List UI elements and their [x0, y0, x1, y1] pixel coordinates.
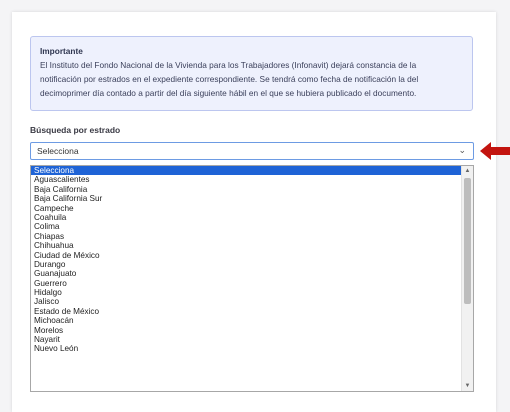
state-option[interactable]: Chiapas [31, 232, 473, 241]
notice-text-line-1: El Instituto del Fondo Nacional de la Vi… [40, 60, 417, 70]
dropdown-scrollbar[interactable]: ▲ ▼ [461, 166, 473, 391]
state-option[interactable]: Selecciona [31, 166, 473, 176]
state-option[interactable]: Chihuahua [31, 241, 473, 250]
state-option[interactable]: Baja California Sur [31, 194, 473, 203]
state-option[interactable]: Durango [31, 260, 473, 269]
state-option[interactable]: Jalisco [31, 297, 473, 306]
state-select-value: Selecciona [37, 146, 79, 156]
state-option[interactable]: Morelos [31, 326, 473, 335]
state-option[interactable]: Baja California [31, 185, 473, 194]
state-option[interactable]: Aguascalientes [31, 175, 473, 184]
state-dropdown-list[interactable]: Selecciona Aguascalientes Baja California B… [30, 165, 474, 392]
notice-text-line-3: decimoprimer día contado a partir del dí… [40, 88, 417, 98]
notice-box: Importante El Instituto del Fondo Nacion… [30, 36, 473, 111]
state-option[interactable]: Ciudad de México [31, 251, 473, 260]
search-label: Búsqueda por estrado [30, 125, 121, 135]
state-option[interactable]: Guerrero [31, 279, 473, 288]
state-options: Selecciona Aguascalientes Baja California B… [31, 166, 473, 354]
notice-title: Importante [40, 46, 83, 56]
state-option[interactable]: Nuevo León [31, 344, 473, 353]
scrollbar-thumb[interactable] [464, 178, 471, 304]
state-option[interactable]: Colima [31, 222, 473, 231]
state-option[interactable]: Hidalgo [31, 288, 473, 297]
chevron-down-icon[interactable]: ⌄ [458, 145, 466, 156]
scroll-down-icon[interactable]: ▼ [462, 381, 473, 391]
state-select[interactable]: Selecciona ⌄ [30, 142, 474, 160]
state-option[interactable]: Coahuila [31, 213, 473, 222]
state-option[interactable]: Michoacán [31, 316, 473, 325]
state-option[interactable]: Guanajuato [31, 269, 473, 278]
scroll-up-icon[interactable]: ▲ [462, 166, 473, 176]
state-option[interactable]: Estado de México [31, 307, 473, 316]
red-arrow-left-icon [480, 142, 510, 160]
notice-text-line-2: notificación por estrados en el expedien… [40, 74, 419, 84]
state-option[interactable]: Nayarit [31, 335, 473, 344]
state-option[interactable]: Campeche [31, 204, 473, 213]
